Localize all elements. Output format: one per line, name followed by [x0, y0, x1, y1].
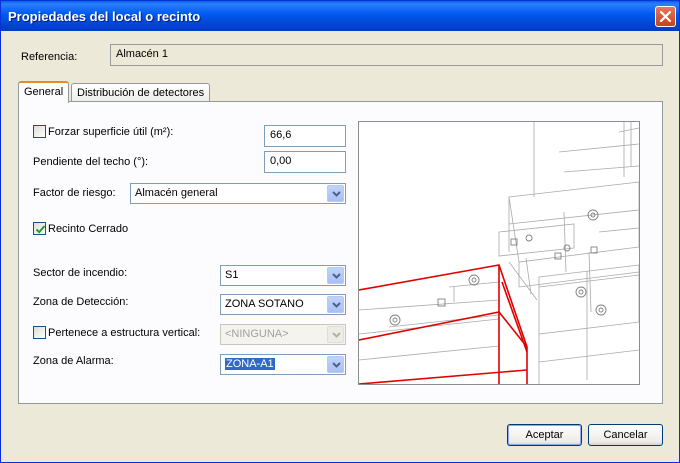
- properties-dialog: Propiedades del local o recinto Referenc…: [0, 0, 680, 463]
- pendiente-techo-value: 0,00: [270, 155, 292, 167]
- referencia-value: Almacén 1: [116, 48, 168, 60]
- checkmark-icon: [35, 225, 46, 234]
- estructura-vertical-value: <NINGUNA>: [225, 328, 289, 340]
- chevron-down-icon: [332, 332, 341, 338]
- cancel-button-label: Cancelar: [603, 429, 648, 441]
- tab-distribucion-detectores[interactable]: Distribución de detectores: [71, 83, 211, 103]
- close-icon: [659, 10, 672, 23]
- sector-incendio-value: S1: [225, 269, 239, 281]
- chevron-down-icon: [332, 362, 341, 368]
- chevron-down-icon: [332, 302, 341, 308]
- pendiente-techo-input[interactable]: 0,00: [264, 151, 346, 173]
- sector-incendio-dropdown-button[interactable]: [327, 267, 344, 284]
- recinto-cerrado-label: Recinto Cerrado: [48, 223, 129, 235]
- zona-alarma-value: ZONA-A1: [225, 358, 275, 370]
- cancel-button[interactable]: Cancelar: [588, 424, 663, 446]
- zona-deteccion-label: Zona de Detección:: [33, 296, 129, 308]
- superficie-value: 66,6: [270, 129, 292, 141]
- factor-riesgo-dropdown-button[interactable]: [327, 185, 344, 202]
- title-bar[interactable]: Propiedades del local o recinto: [1, 1, 679, 31]
- factor-riesgo-label: Factor de riesgo:: [33, 187, 116, 199]
- zona-alarma-select[interactable]: ZONA-A1: [220, 354, 346, 375]
- factor-riesgo-select[interactable]: Almacén general: [130, 183, 346, 204]
- superficie-input[interactable]: 66,6: [264, 125, 346, 147]
- forzar-superficie-checkbox[interactable]: [33, 125, 46, 138]
- referencia-field[interactable]: Almacén 1: [110, 44, 663, 66]
- room-3d-preview[interactable]: [358, 121, 640, 385]
- zona-deteccion-value: ZONA SOTANO: [225, 298, 304, 310]
- pendiente-techo-label: Pendiente del techo (°):: [33, 156, 149, 168]
- tab-distribucion-label: Distribución de detectores: [77, 87, 205, 99]
- forzar-superficie-label: Forzar superficie útil (m²):: [48, 126, 174, 138]
- accept-button[interactable]: Aceptar: [507, 424, 582, 446]
- sector-incendio-label: Sector de incendio:: [33, 267, 128, 279]
- estructura-vertical-label: Pertenece a estructura vertical:: [48, 327, 201, 339]
- sector-incendio-select[interactable]: S1: [220, 265, 346, 286]
- room-preview-drawing: [359, 122, 639, 384]
- factor-riesgo-value: Almacén general: [135, 187, 218, 199]
- zona-deteccion-select[interactable]: ZONA SOTANO: [220, 294, 346, 315]
- zona-alarma-dropdown-button[interactable]: [327, 356, 344, 373]
- close-button[interactable]: [655, 6, 676, 27]
- recinto-cerrado-checkbox[interactable]: [33, 222, 46, 235]
- accept-button-label: Aceptar: [525, 429, 564, 441]
- referencia-label: Referencia:: [21, 51, 78, 63]
- estructura-vertical-checkbox[interactable]: [33, 326, 46, 339]
- zona-alarma-label: Zona de Alarma:: [33, 355, 114, 367]
- zona-deteccion-dropdown-button[interactable]: [327, 296, 344, 313]
- window-title: Propiedades del local o recinto: [8, 9, 201, 24]
- tab-general-label: General: [24, 86, 64, 98]
- estructura-vertical-select: <NINGUNA>: [220, 324, 346, 345]
- chevron-down-icon: [332, 273, 341, 279]
- estructura-vertical-dropdown-button: [327, 326, 344, 343]
- tab-general[interactable]: General: [18, 81, 70, 103]
- chevron-down-icon: [332, 191, 341, 197]
